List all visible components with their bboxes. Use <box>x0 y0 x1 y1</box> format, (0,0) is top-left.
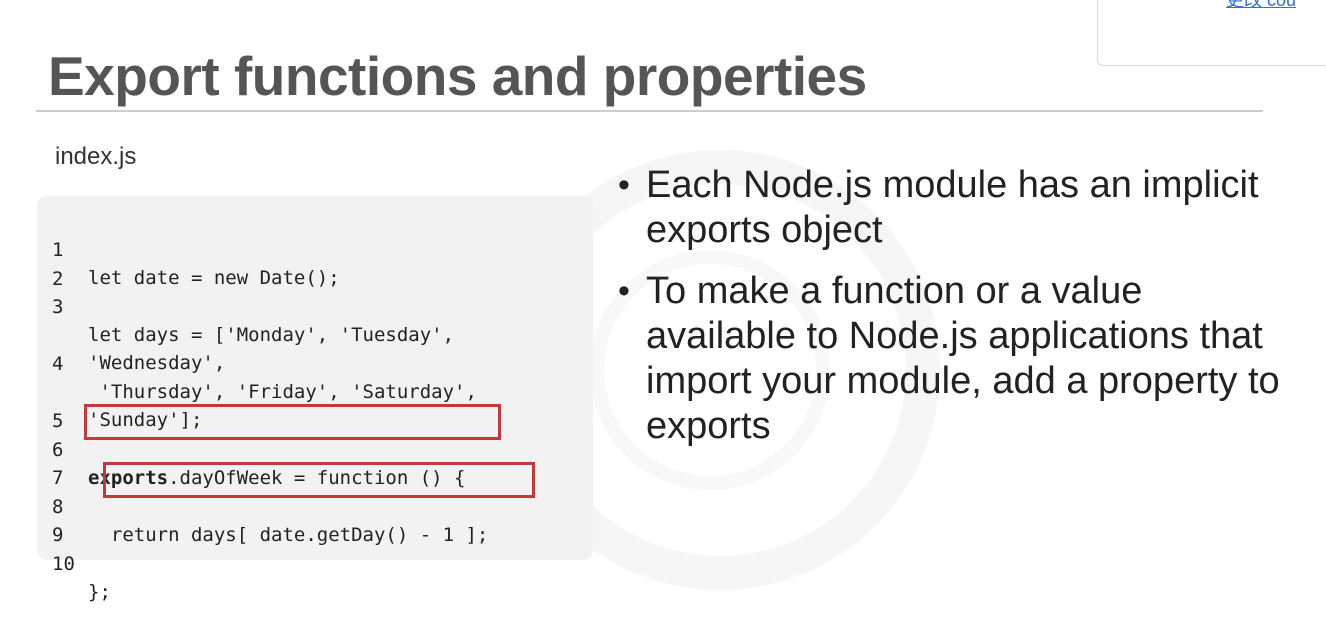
slide-title: Export functions and properties <box>48 45 867 107</box>
code-block: 1 let date = new Date(); 2 3 let days = … <box>37 196 593 603</box>
code-text: 'Thursday', 'Friday', 'Saturday', <box>88 381 477 403</box>
bullet-dot-icon: • <box>618 166 630 204</box>
code-text: let date = new Date(); <box>88 267 340 289</box>
bullet-item: • To make a function or a value availabl… <box>616 269 1296 449</box>
title-underline <box>36 110 1263 112</box>
bullet-dot-icon: • <box>618 272 630 310</box>
code-file-name: index.js <box>55 143 137 170</box>
code-text: }; <box>88 581 111 603</box>
code-text: return days[ date.getDay() - 1 ]; <box>88 524 489 546</box>
bullet-text: Each Node.js module has an implicit expo… <box>646 164 1259 251</box>
code-line: 10 }; <box>37 522 111 634</box>
bullet-list: • Each Node.js module has an implicit ex… <box>616 163 1296 465</box>
corner-popup-link[interactable]: 更改 cou <box>1226 0 1296 12</box>
code-text: 'Wednesday', <box>88 352 226 374</box>
highlight-box-exports <box>84 404 501 440</box>
code-text: let days = ['Monday', 'Tuesday', <box>88 324 455 346</box>
bullet-text: To make a function or a value available … <box>646 270 1280 447</box>
line-number: 10 <box>52 553 75 575</box>
bullet-item: • Each Node.js module has an implicit ex… <box>616 163 1296 253</box>
highlight-box-return <box>103 462 535 498</box>
